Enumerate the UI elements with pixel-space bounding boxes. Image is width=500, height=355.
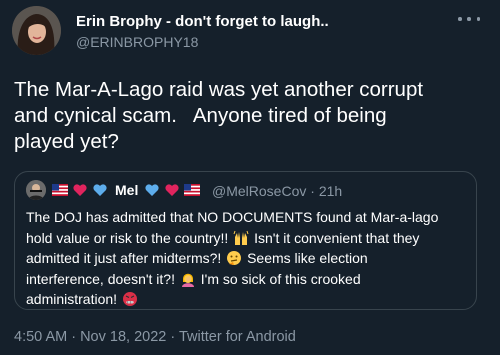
- tweet-metadata[interactable]: 4:50 AM · Nov 18, 2022 · Twitter for And…: [14, 329, 296, 345]
- quoted-author-handle-time: @MelRoseCov · 21h: [212, 183, 342, 199]
- quoted-author-avatar[interactable]: [26, 180, 46, 200]
- quote-line-5a: administration!: [26, 291, 118, 307]
- quote-line-2: hold value or risk to the country!! Isn'…: [26, 228, 471, 249]
- more-options-icon[interactable]: [458, 10, 480, 28]
- quoted-author-name-row[interactable]: Mel: [51, 182, 201, 198]
- us-flag-emoji: [184, 184, 201, 196]
- quote-line-5: administration!: [26, 289, 471, 310]
- quote-line-2b: Isn't it convenient that they: [254, 229, 420, 246]
- quoted-tweet[interactable]: Mel @MelRoseCov · 21h The DOJ has admitt…: [14, 171, 477, 310]
- raising-hands-emoji: [233, 230, 249, 245]
- red-heart-emoji: [165, 184, 179, 196]
- blue-heart-emoji: [93, 184, 107, 196]
- separator-dot: ·: [310, 183, 315, 199]
- quote-line-4b: I'm so sick of this crooked: [200, 270, 361, 287]
- quoted-tweet-text: The DOJ has admitted that NO DOCUMENTS f…: [26, 207, 471, 310]
- tweet-card: Erin Brophy - don't forget to laugh.. @E…: [0, 0, 500, 355]
- quoted-author-handle[interactable]: @MelRoseCov: [212, 183, 306, 199]
- quote-line-3b: Seems like election: [247, 250, 368, 266]
- author-display-name[interactable]: Erin Brophy - don't forget to laugh..: [76, 13, 329, 30]
- quote-line-1: The DOJ has admitted that NO DOCUMENTS f…: [26, 209, 439, 225]
- angry-face-emoji: [122, 292, 137, 306]
- thinking-face-emoji: [227, 251, 242, 265]
- us-flag-emoji: [52, 184, 68, 196]
- quoted-author-display-name[interactable]: Mel: [115, 182, 138, 198]
- quote-line-4a: interference, doesn't it?!: [26, 270, 175, 287]
- quoted-tweet-time[interactable]: 21h: [319, 183, 342, 199]
- red-heart-emoji: [73, 184, 87, 196]
- tweet-text: The Mar-A-Lago raid was yet another corr…: [14, 78, 424, 153]
- quote-line-3a: admitted it just after midterms?!: [26, 250, 222, 266]
- author-avatar[interactable]: [12, 6, 61, 55]
- author-handle[interactable]: @ERINBROPHY18: [76, 34, 198, 50]
- quote-line-4: interference, doesn't it?! I'm so sick o…: [26, 269, 471, 290]
- quote-line-3: admitted it just after midterms?! Seems …: [26, 248, 471, 269]
- facepalm-emoji: [181, 273, 194, 287]
- blue-heart-emoji: [145, 184, 159, 196]
- quote-line-2a: hold value or risk to the country!!: [26, 229, 229, 246]
